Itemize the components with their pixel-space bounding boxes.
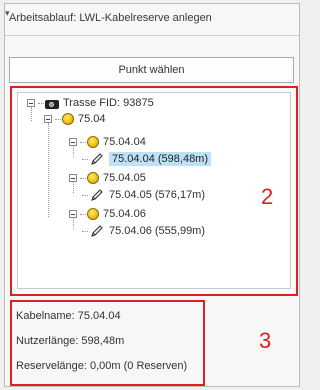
collapse-toggle-icon[interactable]: [44, 115, 52, 123]
tree-node-label: 75.04.05: [103, 172, 146, 184]
annotation-number: 2: [261, 184, 274, 209]
pick-point-button[interactable]: Punkt wählen: [9, 57, 294, 83]
title-bar: ▾ Arbeitsablauf: LWL-Kabelreserve anlege…: [5, 4, 299, 36]
collapse-toggle-icon[interactable]: [27, 99, 35, 107]
tree-node-subgroup[interactable]: 75.04.06: [69, 205, 146, 223]
collapse-toggle-icon[interactable]: [69, 210, 77, 218]
coin-icon: [87, 208, 99, 220]
cable-tree[interactable]: Trasse FID: 93875 75.04 75.04.04 75.04.0…: [17, 92, 291, 289]
panel-title: Arbeitsablauf: LWL-Kabelreserve anlegen: [9, 12, 212, 24]
tree-node-label: 75.04: [78, 113, 106, 125]
collapse-toggle-icon[interactable]: [69, 138, 77, 146]
pencil-icon: [91, 153, 103, 165]
annotation-number: 3: [259, 328, 272, 353]
cable-info-box: Kabelname: 75.04.04 Nutzerlänge: 598,48m…: [10, 300, 205, 386]
tree-node-cable[interactable]: 75.04.06 (555,99m): [82, 222, 205, 240]
tree-node-label: 75.04.05 (576,17m): [109, 189, 206, 201]
tree-highlight-box: Trasse FID: 93875 75.04 75.04.04 75.04.0…: [10, 86, 298, 296]
tree-node-subgroup[interactable]: 75.04.05: [69, 169, 146, 187]
tree-node-group[interactable]: 75.04: [44, 110, 106, 128]
reserve-length-text: Reservelänge: 0,00m (0 Reserven): [16, 360, 188, 372]
cable-name-text: Kabelname: 75.04.04: [16, 310, 121, 322]
tree-connector: [48, 123, 49, 217]
tree-node-label: 75.04.06: [103, 208, 146, 220]
coin-icon: [62, 113, 74, 125]
camera-icon: [45, 97, 59, 109]
tree-node-label: 75.04.06 (555,99m): [109, 225, 206, 237]
tree-node-cable[interactable]: 75.04.05 (576,17m): [82, 186, 205, 204]
coin-icon: [87, 172, 99, 184]
tree-node-cable[interactable]: 75.04.04 (598,48m): [82, 150, 212, 168]
collapse-toggle-icon[interactable]: [69, 174, 77, 182]
tree-node-subgroup[interactable]: 75.04.04: [69, 133, 146, 151]
coin-icon: [87, 136, 99, 148]
tree-node-label: 75.04.04: [103, 136, 146, 148]
pencil-icon: [91, 225, 103, 237]
usable-length-text: Nutzerlänge: 598,48m: [16, 335, 125, 347]
tree-node-label: 75.04.04 (598,48m): [109, 152, 212, 166]
tree-node-label: Trasse FID: 93875: [63, 97, 154, 109]
pencil-icon: [91, 189, 103, 201]
